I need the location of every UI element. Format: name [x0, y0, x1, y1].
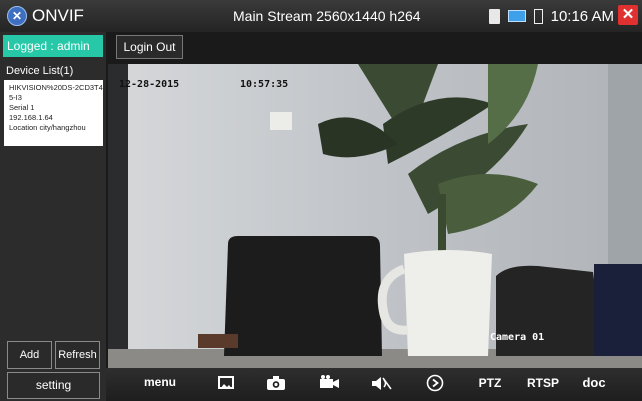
osd-time: 10:57:35 [240, 79, 289, 90]
status-area: 10:16 AM [488, 6, 614, 26]
title-bar: ✕ ONVIF Main Stream 2560x1440 h264 10:16… [0, 0, 642, 32]
clock: 10:16 AM [550, 7, 614, 25]
device-name: HIKVISION%20DS-2CD3T45-I3 [9, 83, 103, 102]
device-location: Location city/hangzhou [9, 123, 86, 132]
camera-scene [108, 64, 642, 368]
play-icon[interactable] [426, 374, 444, 392]
bottom-toolbar: menu PTZ RTSP doc [106, 368, 642, 401]
device-list-title: Device List(1) [6, 65, 74, 77]
refresh-button[interactable]: Refresh [55, 341, 100, 369]
network-icon [507, 10, 526, 22]
video-record-icon[interactable] [320, 375, 340, 391]
sd-card-icon [488, 8, 500, 24]
sidebar: Logged : admin Device List(1) HIKVISION%… [0, 32, 106, 401]
battery-icon [533, 8, 543, 24]
device-list-item[interactable]: HIKVISION%20DS-2CD3T45-I3 Serial 1 192.1… [4, 80, 103, 146]
stream-title: Main Stream 2560x1440 h264 [233, 8, 421, 24]
login-out-button[interactable]: Login Out [116, 35, 183, 59]
osd-date: 12-28-2015 [119, 79, 180, 90]
device-serial: Serial 1 [9, 103, 35, 112]
close-icon[interactable]: ✕ [618, 5, 638, 25]
app-title: ONVIF [32, 6, 84, 25]
image-icon[interactable] [218, 376, 234, 389]
osd-camera-label: Camera 01 [490, 332, 545, 343]
menu-button[interactable]: menu [144, 375, 176, 389]
doc-button[interactable]: doc [580, 375, 608, 390]
video-feed[interactable]: 12-28-2015 10:57:35 Camera 01 [108, 64, 642, 368]
setting-button[interactable]: setting [7, 372, 100, 399]
mute-icon[interactable] [372, 376, 392, 391]
logged-status: Logged : admin [3, 35, 103, 57]
ptz-button[interactable]: PTZ [476, 376, 504, 390]
camera-icon[interactable] [267, 376, 285, 390]
onvif-logo-icon: ✕ [7, 6, 27, 26]
device-ip: 192.168.1.64 [9, 113, 53, 122]
add-button[interactable]: Add [7, 341, 52, 369]
rtsp-button[interactable]: RTSP [526, 376, 560, 390]
